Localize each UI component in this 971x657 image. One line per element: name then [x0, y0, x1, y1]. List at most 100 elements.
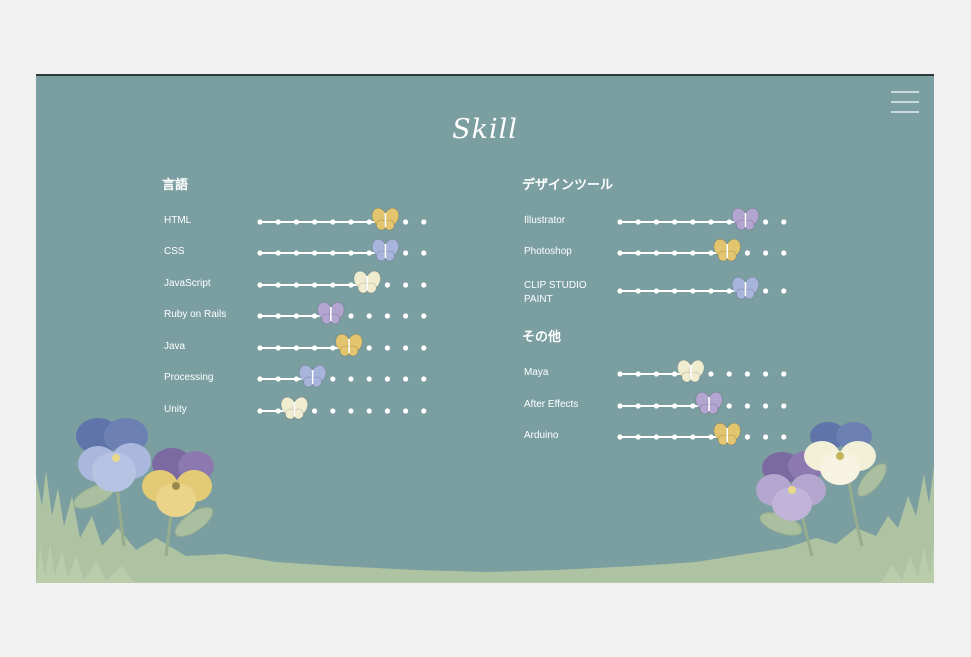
- skill-level-slider[interactable]: [257, 301, 427, 325]
- slider-dot: [653, 403, 659, 409]
- skill-level-slider[interactable]: [617, 422, 787, 446]
- skill-level-slider[interactable]: [617, 207, 787, 231]
- slider-track: [257, 207, 427, 231]
- skill-level-slider[interactable]: [617, 238, 787, 262]
- skill-name: CSS: [164, 246, 185, 257]
- skill-level-slider[interactable]: [617, 359, 787, 383]
- slider-dot: [257, 250, 263, 256]
- butterfly-icon: [731, 276, 760, 300]
- butterfly-icon: [298, 364, 327, 388]
- skill-name: Unity: [164, 404, 187, 415]
- butterfly-icon: [713, 238, 741, 262]
- slider-dot: [617, 288, 623, 294]
- skill-name-line: CLIP STUDIO: [524, 280, 587, 291]
- slider-dot: [366, 219, 372, 225]
- slider-dot: [403, 345, 409, 351]
- butterfly-body: [330, 307, 332, 321]
- slider-dot: [330, 282, 336, 288]
- butterfly-body: [690, 365, 692, 379]
- slider-track: [617, 238, 787, 262]
- slider-track: [257, 238, 427, 262]
- slider-track: [617, 391, 787, 415]
- slider-track: [617, 422, 787, 446]
- hamburger-menu-icon[interactable]: [891, 89, 921, 115]
- slider-dot: [384, 376, 390, 382]
- skill-name: After Effects: [524, 399, 579, 410]
- slider-dot: [763, 288, 769, 294]
- skill-level-slider[interactable]: [257, 396, 427, 420]
- slider-dot: [366, 345, 372, 351]
- slider-dot: [403, 219, 409, 225]
- slider-dot: [312, 250, 318, 256]
- slider-track: [257, 333, 427, 357]
- slider-dot: [275, 345, 281, 351]
- slider-dot: [708, 371, 714, 377]
- slider-dot: [653, 288, 659, 294]
- skill-name: Arduino: [524, 430, 559, 441]
- slider-dot: [708, 250, 714, 256]
- slider-dot: [672, 434, 678, 440]
- slider-dot: [690, 403, 696, 409]
- slider-dot: [312, 282, 318, 288]
- slider-dot: [312, 345, 318, 351]
- butterfly-body: [293, 402, 296, 416]
- slider-dot: [293, 282, 299, 288]
- slider-dot: [635, 403, 641, 409]
- skill-level-slider[interactable]: [257, 207, 427, 231]
- slider-dot: [312, 313, 318, 319]
- skill-name: CLIP STUDIO PAINT: [524, 279, 614, 307]
- butterfly-body: [744, 282, 747, 296]
- slider-dot: [726, 288, 732, 294]
- butterfly-body: [384, 213, 387, 227]
- slider-dot: [275, 313, 281, 319]
- slider-dot: [781, 371, 787, 377]
- slider-dot: [366, 376, 372, 382]
- slider-dot: [690, 219, 696, 225]
- slider-dot: [366, 313, 372, 319]
- slider-dot: [763, 371, 769, 377]
- slider-dot: [293, 376, 299, 382]
- slider-dot: [617, 403, 623, 409]
- slider-dot: [275, 282, 281, 288]
- skill-level-slider[interactable]: [617, 391, 787, 415]
- slider-dot: [330, 376, 336, 382]
- slider-dot: [275, 408, 281, 414]
- skill-level-slider[interactable]: [257, 270, 427, 294]
- slider-dot: [726, 219, 732, 225]
- skill-name: Ruby on Rails: [164, 309, 227, 320]
- slider-dot: [275, 250, 281, 256]
- slider-track: [617, 207, 787, 231]
- slider-dot: [635, 250, 641, 256]
- slider-dot: [275, 376, 281, 382]
- slider-dot: [763, 219, 769, 225]
- pansy-yellow-icon: [142, 448, 214, 517]
- slider-dot: [708, 288, 714, 294]
- butterfly-icon: [731, 207, 760, 231]
- butterfly-icon: [371, 207, 400, 231]
- skill-level-slider[interactable]: [257, 238, 427, 262]
- skill-level-slider[interactable]: [257, 364, 427, 388]
- slider-dot: [312, 219, 318, 225]
- pansy-blue-icon: [76, 418, 151, 492]
- slider-dot: [421, 219, 427, 225]
- butterfly-body: [726, 244, 728, 258]
- slider-dot: [421, 313, 427, 319]
- slider-dot: [617, 250, 623, 256]
- slider-dot: [635, 371, 641, 377]
- pansy-purple-icon: [756, 451, 826, 521]
- skill-level-slider[interactable]: [257, 333, 427, 357]
- butterfly-icon: [353, 270, 381, 294]
- slider-dot: [293, 219, 299, 225]
- grass-icon: [36, 466, 934, 583]
- slider-dot: [672, 250, 678, 256]
- slider-dot: [653, 219, 659, 225]
- skill-level-slider[interactable]: [617, 276, 787, 300]
- slider-dot: [653, 434, 659, 440]
- slider-dot: [781, 219, 787, 225]
- slider-dot: [672, 219, 678, 225]
- slider-dot: [744, 403, 750, 409]
- slider-dot: [672, 288, 678, 294]
- slider-dot: [617, 371, 623, 377]
- slider-dot: [763, 434, 769, 440]
- slider-dot: [635, 434, 641, 440]
